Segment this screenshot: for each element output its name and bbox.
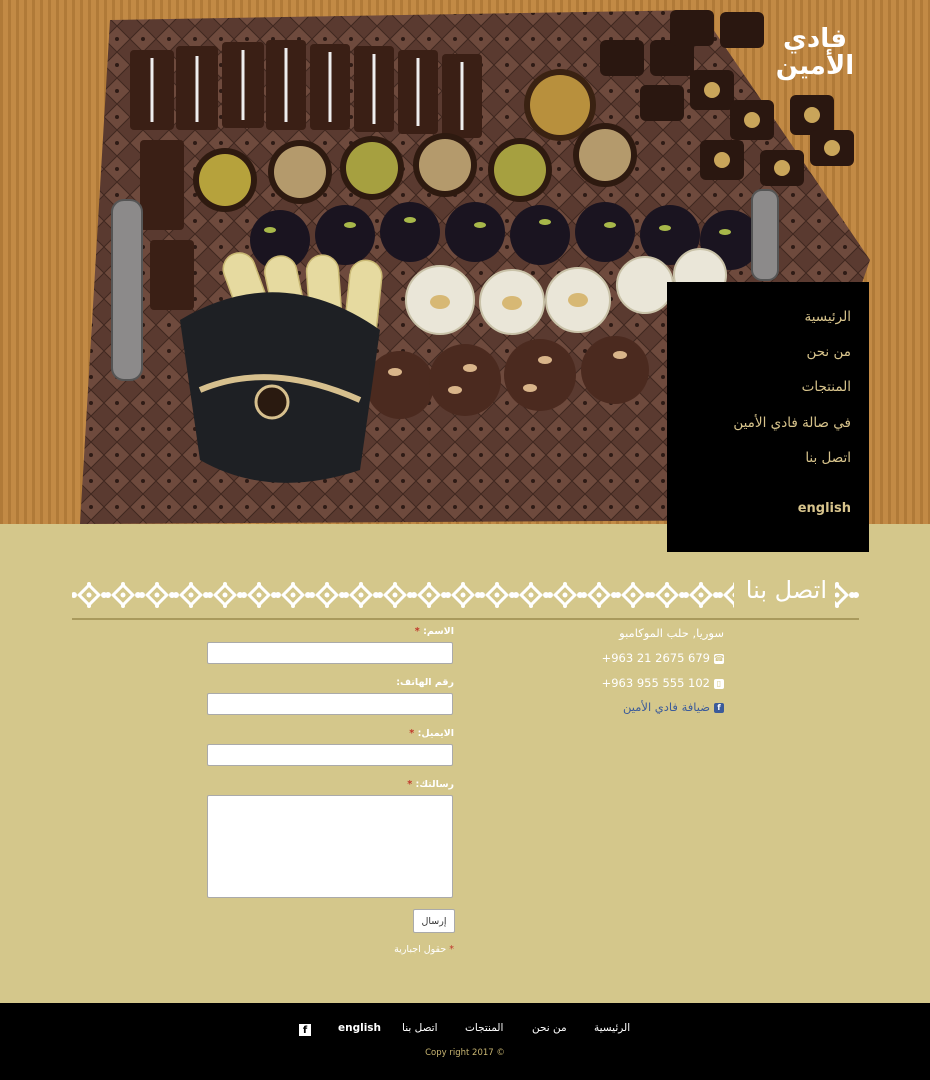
footer: الرئيسية من نحن المنتجات اتصل بنا englis… — [0, 1003, 930, 1080]
ornament-pattern — [72, 578, 859, 612]
phone-field[interactable] — [207, 693, 453, 715]
email-label: الايميل: * — [409, 728, 454, 739]
address-text: سوريا, حلب الموكامبو — [619, 626, 724, 640]
email-field[interactable] — [207, 744, 453, 766]
brand-logo[interactable]: فادي الأمين — [770, 26, 860, 84]
name-label: الاسم: * — [414, 626, 454, 637]
footer-about[interactable]: من نحن — [532, 1022, 567, 1034]
nav-contact[interactable]: اتصل بنا — [805, 450, 851, 466]
copyright: Copy right 2017 © — [425, 1048, 505, 1058]
footer-contact[interactable]: اتصل بنا — [402, 1022, 438, 1034]
logo-line-1: فادي — [783, 24, 847, 54]
contact-title: اتصل بنا — [745, 576, 827, 604]
nav-hall[interactable]: في صالة فادي الأمين — [733, 415, 851, 431]
nav-products[interactable]: المنتجات — [802, 379, 851, 395]
footer-home[interactable]: الرئيسية — [594, 1022, 630, 1034]
footer-english[interactable]: english — [338, 1022, 381, 1034]
mobile-icon: ▯ — [714, 678, 724, 689]
message-label: رسالتك: * — [407, 779, 454, 790]
footer-facebook-icon[interactable]: f — [299, 1024, 311, 1036]
message-field[interactable] — [207, 795, 453, 898]
mobile-info: ▯+963 955 555 102 — [602, 676, 724, 690]
logo-line-2: الأمين — [775, 51, 855, 81]
facebook-link[interactable]: fضيافة فادي الأمين — [623, 700, 724, 714]
name-field[interactable] — [207, 642, 453, 664]
submit-button[interactable]: إرسال — [413, 909, 455, 933]
facebook-icon: f — [714, 702, 724, 713]
contact-header: اتصل بنا — [72, 574, 859, 620]
nav-english[interactable]: english — [798, 501, 851, 516]
phone-icon: ☎ — [714, 653, 724, 664]
nav-home[interactable]: الرئيسية — [805, 309, 852, 325]
main-nav: الرئيسية من نحن المنتجات في صالة فادي ال… — [667, 282, 869, 552]
phone-label: رقم الهاتف: — [396, 677, 454, 688]
footer-products[interactable]: المنتجات — [465, 1022, 503, 1034]
required-note: * حقول اجبارية — [394, 944, 454, 955]
phone-info: ☎+963 21 2675 679 — [601, 651, 724, 665]
nav-about[interactable]: من نحن — [806, 344, 851, 360]
